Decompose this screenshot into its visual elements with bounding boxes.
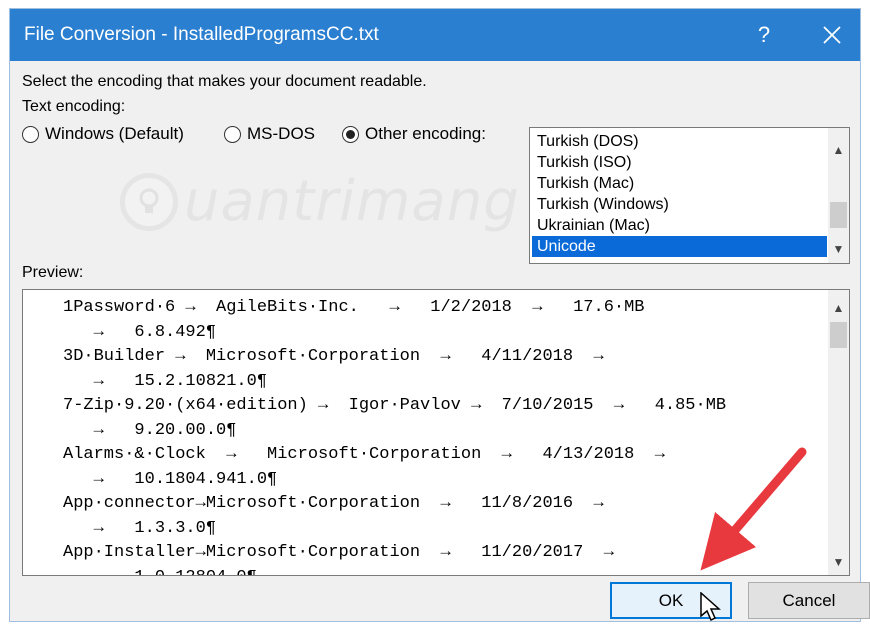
file-conversion-dialog: File Conversion - InstalledProgramsCC.tx… xyxy=(9,8,870,622)
radio-circle xyxy=(224,125,241,143)
radio-circle xyxy=(22,125,39,143)
encoding-option[interactable]: Turkish (ISO) xyxy=(532,152,827,173)
text-encoding-label: Text encoding: xyxy=(22,98,126,115)
preview-line: → 1.0.12804.0¶ xyxy=(63,566,825,576)
encoding-option[interactable]: Turkish (Mac) xyxy=(532,173,827,194)
watermark-logo: uantrimang xyxy=(120,169,520,234)
instructions-text: Select the encoding that makes your docu… xyxy=(22,73,427,90)
scroll-thumb[interactable] xyxy=(830,202,847,228)
preview-line: → 6.8.492¶ xyxy=(63,322,217,342)
radio-label: Windows (Default) xyxy=(45,124,184,143)
preview-line: App·Installer→Microsoft·Corporation → 11… xyxy=(63,543,614,562)
preview-line: → 9.20.00.0¶ xyxy=(63,420,237,440)
encoding-listbox[interactable]: Turkish (DOS) Turkish (ISO) Turkish (Mac… xyxy=(529,127,850,264)
lightbulb-icon xyxy=(120,172,178,231)
watermark-text: uantrimang xyxy=(184,169,520,234)
preview-line: 7-Zip·9.20·(x64·edition) → Igor·Pavlov →… xyxy=(63,396,727,415)
close-button[interactable] xyxy=(800,9,864,61)
radio-label: MS-DOS xyxy=(247,124,315,143)
mouse-cursor-icon xyxy=(700,592,721,622)
help-button[interactable]: ? xyxy=(732,9,796,61)
preview-line: → 10.1804.941.0¶ xyxy=(63,469,278,489)
preview-line: 3D·Builder → Microsoft·Corporation → 4/1… xyxy=(63,347,604,366)
preview-line: → 15.2.10821.0¶ xyxy=(63,371,268,391)
window-title: File Conversion - InstalledProgramsCC.tx… xyxy=(24,24,379,45)
preview-pane[interactable]: 1Password·6 → AgileBits·Inc. → 1/2/2018 … xyxy=(22,289,850,576)
radio-circle-selected xyxy=(342,125,359,143)
encoding-option[interactable]: Ukrainian (Mac) xyxy=(532,215,827,236)
encoding-option[interactable]: Turkish (DOS) xyxy=(532,131,827,152)
scroll-down-icon[interactable]: ▼ xyxy=(828,552,849,572)
preview-line: Alarms·&·Clock → Microsoft·Corporation →… xyxy=(63,445,665,464)
encoding-scrollbar[interactable]: ▲ ▼ xyxy=(828,128,849,263)
title-bar: File Conversion - InstalledProgramsCC.tx… xyxy=(10,9,860,61)
help-icon: ? xyxy=(757,22,771,47)
scroll-up-icon[interactable]: ▲ xyxy=(828,140,849,160)
encoding-option-selected[interactable]: Unicode xyxy=(532,236,827,257)
preview-line: 1Password·6 → AgileBits·Inc. → 1/2/2018 … xyxy=(63,298,645,317)
cancel-button[interactable]: Cancel xyxy=(748,582,870,619)
radio-label: Other encoding: xyxy=(365,124,486,143)
scroll-down-icon[interactable]: ▼ xyxy=(828,239,849,259)
preview-line: → 1.3.3.0¶ xyxy=(63,518,217,538)
preview-text: 1Password·6 → AgileBits·Inc. → 1/2/2018 … xyxy=(63,296,825,576)
radio-windows-default[interactable]: Windows (Default) xyxy=(22,124,184,144)
encoding-option[interactable]: Turkish (Windows) xyxy=(532,194,827,215)
scroll-up-icon[interactable]: ▲ xyxy=(828,298,849,318)
radio-other-encoding[interactable]: Other encoding: xyxy=(342,124,486,144)
radio-ms-dos[interactable]: MS-DOS xyxy=(224,124,315,144)
preview-label: Preview: xyxy=(22,264,84,281)
preview-line: App·connector→Microsoft·Corporation → 11… xyxy=(63,494,604,513)
scroll-thumb[interactable] xyxy=(830,322,847,348)
preview-scrollbar[interactable]: ▲ ▼ xyxy=(828,290,849,575)
close-icon xyxy=(823,26,841,44)
